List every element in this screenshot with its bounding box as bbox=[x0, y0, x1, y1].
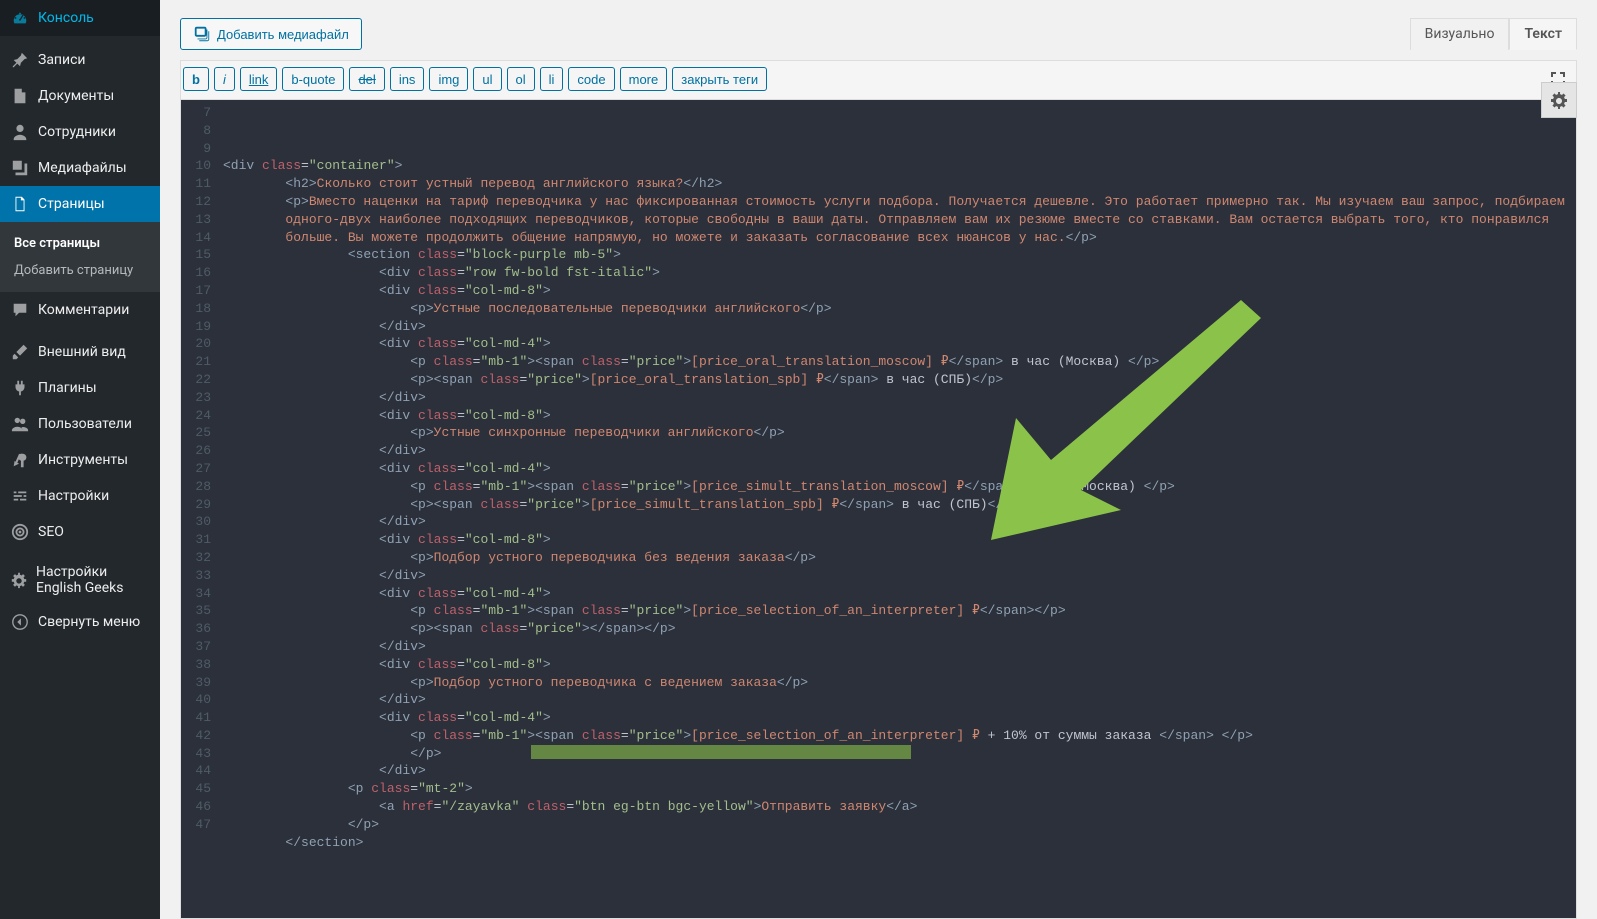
sidebar-item-media[interactable]: Медиафайлы bbox=[0, 150, 160, 186]
sidebar-item-plug[interactable]: Плагины bbox=[0, 370, 160, 406]
quicktag-del[interactable]: del bbox=[349, 67, 384, 91]
tab-text[interactable]: Текст bbox=[1509, 18, 1577, 50]
sidebar-item-tool[interactable]: Инструменты bbox=[0, 442, 160, 478]
user-icon bbox=[10, 122, 30, 142]
sidebar-item-label: Инструменты bbox=[38, 452, 128, 468]
dashboard-icon bbox=[10, 8, 30, 28]
sidebar-item-label: Комментарии bbox=[38, 302, 129, 318]
sidebar-item-label: Настройки bbox=[38, 488, 109, 504]
screen-options-button[interactable] bbox=[1541, 82, 1577, 118]
quicktag-b[interactable]: b bbox=[183, 67, 209, 91]
doc-icon bbox=[10, 86, 30, 106]
plug-icon bbox=[10, 378, 30, 398]
quicktag-link[interactable]: link bbox=[240, 67, 278, 91]
sidebar-item-pin[interactable]: Записи bbox=[0, 42, 160, 78]
users-icon bbox=[10, 414, 30, 434]
code-body[interactable]: <div class="container"> <h2>Сколько стои… bbox=[217, 100, 1576, 918]
sidebar-item-label: Сотрудники bbox=[38, 124, 116, 140]
quicktag-ins[interactable]: ins bbox=[390, 67, 425, 91]
quicktags-toolbar: bilinkb-quotedelinsimgulollicodemoreзакр… bbox=[180, 60, 1577, 99]
sub-add-page[interactable]: Добавить страницу bbox=[0, 257, 160, 284]
sidebar-item-label: Записи bbox=[38, 52, 86, 68]
gear-icon bbox=[10, 570, 28, 590]
sidebar-item-brush[interactable]: Внешний вид bbox=[0, 334, 160, 370]
sidebar-submenu: Все страницыДобавить страницу bbox=[0, 222, 160, 292]
media-icon bbox=[193, 25, 211, 43]
line-gutter: 7891011121314151617181920212223242526272… bbox=[181, 100, 217, 918]
sidebar-item-label: Внешний вид bbox=[38, 344, 126, 360]
admin-sidebar: Консоль Записи Документы Сотрудники Медиафай… bbox=[0, 0, 160, 919]
sidebar-item-label: Настройки English Geeks bbox=[36, 564, 150, 596]
tool-icon bbox=[10, 450, 30, 470]
quicktag-ul[interactable]: ul bbox=[473, 67, 501, 91]
comment-icon bbox=[10, 300, 30, 320]
sub-all-pages[interactable]: Все страницы bbox=[0, 230, 160, 257]
sidebar-item-label: Медиафайлы bbox=[38, 160, 127, 176]
add-media-label: Добавить медиафайл bbox=[217, 27, 349, 42]
quicktag-i[interactable]: i bbox=[214, 67, 235, 91]
sidebar-item-label: Плагины bbox=[38, 380, 97, 396]
brush-icon bbox=[10, 342, 30, 362]
sidebar-item-gear[interactable]: Настройки English Geeks bbox=[0, 556, 160, 604]
pages-icon bbox=[10, 194, 30, 214]
sidebar-item-label: Документы bbox=[38, 88, 114, 104]
sidebar-item-target[interactable]: SEO bbox=[0, 514, 160, 550]
sidebar-item-collapse[interactable]: Свернуть меню bbox=[0, 604, 160, 640]
quicktag-ol[interactable]: ol bbox=[507, 67, 535, 91]
code-editor[interactable]: 7891011121314151617181920212223242526272… bbox=[181, 100, 1576, 918]
sidebar-item-user[interactable]: Сотрудники bbox=[0, 114, 160, 150]
media-icon bbox=[10, 158, 30, 178]
sidebar-item-doc[interactable]: Документы bbox=[0, 78, 160, 114]
add-media-button[interactable]: Добавить медиафайл bbox=[180, 18, 362, 50]
sidebar-item-label: Консоль bbox=[38, 10, 94, 26]
sidebar-item-label: Свернуть меню bbox=[38, 614, 140, 630]
sidebar-item-pages[interactable]: Страницы bbox=[0, 186, 160, 222]
quicktag-code[interactable]: code bbox=[568, 67, 614, 91]
tab-visual[interactable]: Визуально bbox=[1410, 18, 1510, 50]
gear-icon bbox=[1549, 90, 1569, 110]
sidebar-item-label: Страницы bbox=[38, 196, 105, 212]
quicktag-b-quote[interactable]: b-quote bbox=[282, 67, 344, 91]
sidebar-item-label: SEO bbox=[38, 524, 64, 540]
quicktag-img[interactable]: img bbox=[429, 67, 468, 91]
sidebar-item-comment[interactable]: Комментарии bbox=[0, 292, 160, 328]
sidebar-item-dashboard[interactable]: Консоль bbox=[0, 0, 160, 36]
sidebar-item-label: Пользователи bbox=[38, 416, 132, 432]
target-icon bbox=[10, 522, 30, 542]
sidebar-item-users[interactable]: Пользователи bbox=[0, 406, 160, 442]
quicktag-закрыть-теги[interactable]: закрыть теги bbox=[672, 67, 767, 91]
collapse-icon bbox=[10, 612, 30, 632]
sidebar-item-slider[interactable]: Настройки bbox=[0, 478, 160, 514]
slider-icon bbox=[10, 486, 30, 506]
editor-area: Добавить медиафайл Визуально Текст bilin… bbox=[160, 0, 1597, 919]
quicktag-li[interactable]: li bbox=[540, 67, 564, 91]
quicktag-more[interactable]: more bbox=[620, 67, 668, 91]
pin-icon bbox=[10, 50, 30, 70]
